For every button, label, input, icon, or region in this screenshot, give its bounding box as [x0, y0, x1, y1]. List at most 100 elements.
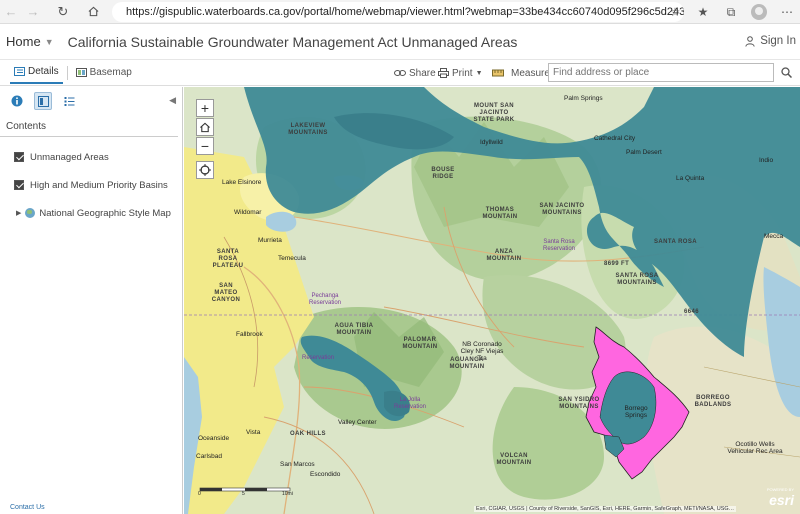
- layer-unmanaged-areas[interactable]: Unmanaged Areas: [0, 143, 182, 171]
- measure-label: Measure: [511, 67, 550, 79]
- content-tab[interactable]: [34, 92, 52, 110]
- details-icon: [14, 67, 25, 76]
- profile-avatar[interactable]: [748, 2, 770, 22]
- map-label: SAN JACINTO MOUNTAINS: [539, 203, 585, 216]
- basemap-button[interactable]: Basemap: [72, 62, 136, 84]
- sign-in-button[interactable]: Sign In: [745, 35, 796, 47]
- zoom-out-button[interactable]: −: [196, 137, 214, 155]
- sign-in-label: Sign In: [760, 35, 796, 47]
- map-label: THOMAS MOUNTAIN: [482, 207, 518, 220]
- zoom-in-button[interactable]: +: [196, 99, 214, 117]
- back-icon[interactable]: ←: [0, 1, 22, 23]
- share-icon: [394, 70, 406, 76]
- printer-icon: [438, 68, 449, 78]
- map-label: Palm Springs: [564, 95, 603, 102]
- collections-icon[interactable]: ⧉: [720, 2, 742, 22]
- collapse-sidebar-icon[interactable]: ◀: [169, 95, 176, 106]
- map-label: Palm Desert: [626, 149, 662, 156]
- map-label: PALOMAR MOUNTAIN: [402, 337, 438, 350]
- layer-basemap[interactable]: ▶ National Geographic Style Map: [0, 199, 182, 227]
- esri-logo[interactable]: esri: [769, 492, 794, 508]
- avatar: [751, 4, 767, 20]
- map-label: 6646: [684, 309, 699, 315]
- layer-checkbox[interactable]: [14, 152, 24, 162]
- map-label: Ocotillo Wells Vehicular Rec Area: [727, 441, 783, 455]
- measure-button[interactable]: Measure: [488, 62, 554, 84]
- map-label: Wildomar: [234, 209, 262, 216]
- chevron-down-icon: ▼: [475, 69, 483, 77]
- map-label: Pechanga Reservation: [308, 293, 341, 306]
- map-label: Escondido: [310, 471, 341, 478]
- scale-label: 0: [198, 491, 201, 497]
- map-label: Murrieta: [258, 237, 282, 244]
- map-label: Lake Elsinore: [222, 179, 262, 186]
- map-label: San Marcos: [280, 461, 315, 468]
- sidebar: ◀ Contents Unmanaged Areas High and Medi…: [0, 87, 183, 514]
- map-label: SANTA ROSA MOUNTAINS: [615, 273, 659, 286]
- map-label: Borrego Springs: [624, 405, 648, 419]
- user-icon: [745, 35, 755, 47]
- map-label: Vista: [246, 429, 261, 436]
- search-button[interactable]: [776, 63, 796, 82]
- home-menu[interactable]: Home ▼: [6, 34, 54, 49]
- map-label: Santa Rosa Reservation: [542, 239, 575, 252]
- map-label: Temecula: [278, 255, 306, 262]
- map-label: OAK HILLS: [290, 431, 326, 437]
- map-label: SAN MATEO CANYON: [211, 283, 241, 303]
- print-button[interactable]: Print ▼: [434, 62, 487, 84]
- layer-checkbox[interactable]: [14, 180, 24, 190]
- home-icon[interactable]: [82, 1, 104, 23]
- app-header: Home ▼ California Sustainable Groundwate…: [0, 24, 800, 60]
- share-button[interactable]: Share: [390, 62, 440, 84]
- sidebar-tabs: ◀: [0, 87, 182, 115]
- forward-icon[interactable]: →: [22, 1, 44, 23]
- info-icon: [11, 95, 23, 107]
- home-label: Home: [6, 34, 41, 49]
- favorites-icon[interactable]: ★: [692, 2, 714, 22]
- more-icon[interactable]: ⋯: [776, 2, 798, 22]
- map-label: 8699 ft: [604, 261, 630, 267]
- refresh-icon[interactable]: ↻: [52, 1, 74, 23]
- map-label: Oceanside: [198, 435, 230, 442]
- globe-icon: [25, 208, 36, 218]
- scale-label: 10mi: [282, 491, 293, 497]
- map-label: LAKEVIEW MOUNTAINS: [288, 123, 328, 136]
- home-icon: [200, 122, 210, 132]
- map-label: Carlsbad: [196, 453, 223, 460]
- address-bar[interactable]: https://gispublic.waterboards.ca.gov/por…: [112, 2, 684, 22]
- search-icon: [780, 67, 792, 78]
- locate-button[interactable]: [196, 161, 214, 179]
- map-toolbar: Details Basemap Share Print ▼ Measure: [0, 60, 800, 86]
- expand-triangle-icon[interactable]: ▶: [16, 209, 21, 217]
- browser-toolbar: ← → ↻ https://gispublic.waterboards.ca.g…: [0, 0, 800, 24]
- map-label: BORREGO BADLANDS: [694, 395, 732, 408]
- share-label: Share: [409, 67, 436, 79]
- layer-label: Unmanaged Areas: [30, 151, 109, 163]
- basemap-label: Basemap: [89, 67, 132, 78]
- star-icon[interactable]: ☆: [664, 2, 686, 22]
- legend-tab[interactable]: [60, 92, 78, 110]
- divider: [66, 65, 68, 80]
- map-label: SANTA ROSA PLATEAU: [212, 249, 244, 269]
- chevron-down-icon: ▼: [44, 36, 54, 47]
- map-label: Mecca: [764, 233, 784, 240]
- map-attribution: Esri, CGIAR, USGS | County of Riverside,…: [474, 506, 737, 512]
- map-label: Fallbrook: [236, 331, 263, 338]
- map-label: Valley Center: [338, 419, 377, 426]
- map-view[interactable]: + − Palm Springs Cathedral City Palm Des…: [184, 87, 800, 514]
- home-extent-button[interactable]: [196, 118, 214, 136]
- layer-label: High and Medium Priority Basins: [30, 179, 168, 191]
- print-label: Print: [452, 67, 473, 79]
- contact-us-link[interactable]: Contact Us: [10, 504, 45, 511]
- search-input[interactable]: [548, 63, 774, 82]
- scale-label: 5: [242, 491, 245, 497]
- layer-priority-basins[interactable]: High and Medium Priority Basins: [0, 171, 182, 199]
- about-tab[interactable]: [8, 92, 26, 110]
- map-label: Reservation: [302, 355, 335, 361]
- map-canvas: [184, 87, 800, 514]
- legend-icon: [64, 96, 74, 106]
- locate-icon: [199, 164, 211, 176]
- page-title: California Sustainable Groundwater Manag…: [67, 33, 518, 50]
- details-button[interactable]: Details: [10, 62, 63, 84]
- map-label: Mount San Jacinto State Park: [473, 103, 515, 123]
